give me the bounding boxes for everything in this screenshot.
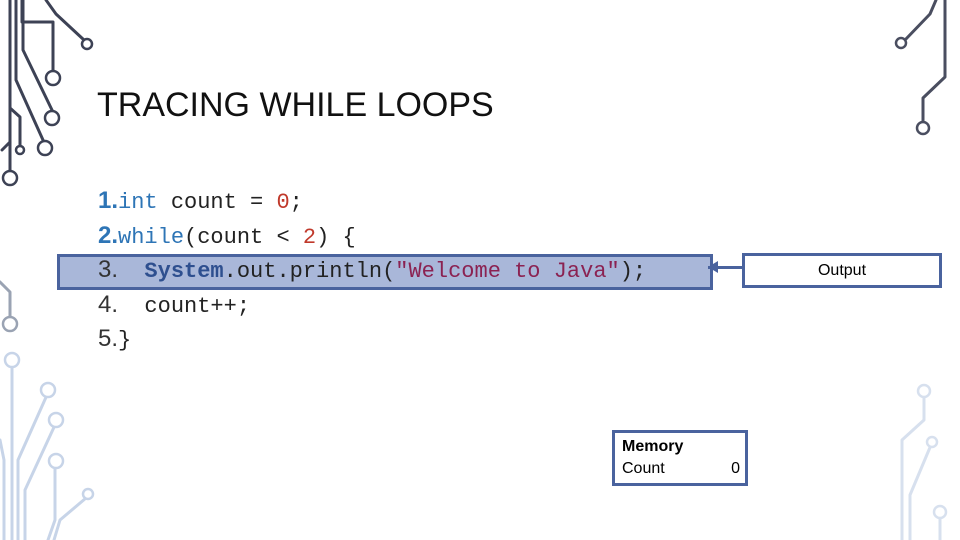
code-token: while: [118, 224, 185, 250]
code-line: 2.while(count < 2) {: [98, 219, 646, 254]
output-box: Output: [742, 253, 942, 288]
line-number: 5.: [98, 325, 119, 352]
code-token: 0: [276, 190, 290, 215]
code-token: }: [118, 328, 132, 353]
memory-box: Memory Count 0: [612, 430, 748, 486]
code-token: "Welcome to Java": [395, 259, 620, 284]
code-block: 1.int count = 0; 2.while(count < 2) {3. S…: [98, 184, 646, 357]
code-line: 4. count++;: [98, 288, 646, 323]
code-token: ;: [289, 190, 303, 215]
memory-title: Memory: [622, 438, 684, 455]
output-label: Output: [817, 261, 867, 279]
code-token: (count <: [184, 224, 303, 250]
code-line: 3. System.out.println("Welcome to Java")…: [98, 253, 646, 288]
memory-variable-name: Count: [622, 460, 665, 477]
code-token: ) {: [316, 224, 356, 250]
line-number: 4.: [98, 290, 119, 318]
code-line: 5.}: [98, 322, 646, 357]
output-connector: [708, 266, 744, 269]
code-token: count++;: [144, 293, 251, 319]
code-token: count =: [157, 190, 277, 215]
code-token: .out.println(: [223, 259, 396, 284]
code-token: int: [118, 190, 158, 215]
line-number: 2.: [98, 221, 119, 249]
code-token: 2: [302, 224, 317, 250]
code-token: );: [619, 259, 647, 284]
code-token: System: [144, 259, 224, 284]
code-line: 1.int count = 0;: [98, 184, 646, 219]
line-number: 1.: [98, 187, 119, 214]
line-number: 3.: [98, 256, 119, 283]
memory-variable-value: 0: [731, 460, 740, 477]
slide-title: TRACING WHILE LOOPS: [97, 86, 494, 124]
